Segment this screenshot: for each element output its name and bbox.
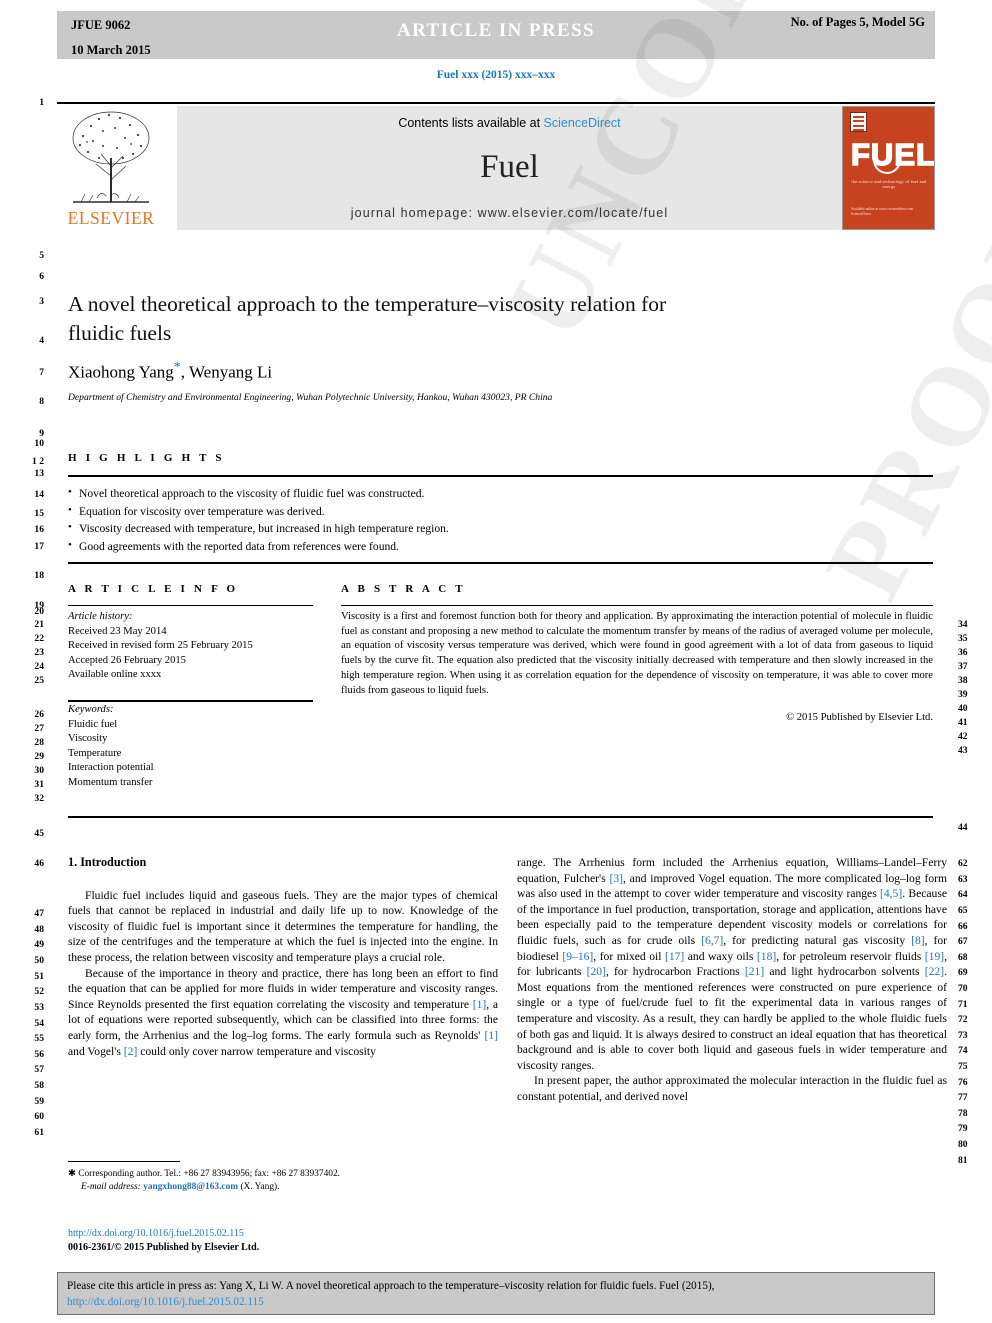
line-number: 28 <box>34 737 44 748</box>
line-number: 79 <box>958 1123 968 1134</box>
line-number: 39 <box>958 689 968 700</box>
paper-page: UNCORRECTED PROOF JFUE 9062 10 March 201… <box>0 0 992 1323</box>
line-number: 64 <box>958 889 968 900</box>
line-number: 4 <box>39 335 44 346</box>
line-number: 35 <box>958 633 968 644</box>
line-number: 45 <box>34 828 44 839</box>
line-number: 5 <box>39 250 44 261</box>
line-number: 75 <box>958 1061 968 1072</box>
line-number: 66 <box>958 921 968 932</box>
line-number: 23 <box>34 647 44 658</box>
line-number: 63 <box>958 874 968 885</box>
line-number: 16 <box>34 524 44 535</box>
line-number: 8 <box>39 396 44 407</box>
line-number: 1 2 <box>32 456 44 467</box>
line-number: 72 <box>958 1014 968 1025</box>
line-number: 38 <box>958 675 968 686</box>
line-number: 26 <box>34 709 44 720</box>
line-number: 24 <box>34 661 44 672</box>
line-number: 67 <box>958 936 968 947</box>
line-number: 74 <box>958 1045 968 1056</box>
line-number: 6 <box>39 271 44 282</box>
line-number: 15 <box>34 508 44 519</box>
line-number: 22 <box>34 633 44 644</box>
line-number: 42 <box>958 731 968 742</box>
line-number: 50 <box>34 955 44 966</box>
line-number: 30 <box>34 765 44 776</box>
line-number: 77 <box>958 1092 968 1103</box>
line-number: 76 <box>958 1077 968 1088</box>
line-number: 20 <box>34 606 44 617</box>
line-number: 57 <box>34 1064 44 1075</box>
line-number: 36 <box>958 647 968 658</box>
line-number: 71 <box>958 999 968 1010</box>
line-number: 58 <box>34 1080 44 1091</box>
line-number: 21 <box>34 619 44 630</box>
line-number: 60 <box>34 1111 44 1122</box>
line-number: 78 <box>958 1108 968 1119</box>
line-number: 69 <box>958 967 968 978</box>
line-number: 73 <box>958 1030 968 1041</box>
line-number: 10 <box>34 438 44 449</box>
line-number: 43 <box>958 745 968 756</box>
line-number: 70 <box>958 983 968 994</box>
line-number: 54 <box>34 1018 44 1029</box>
line-number: 46 <box>34 858 44 869</box>
line-number: 81 <box>958 1155 968 1166</box>
line-number: 80 <box>958 1139 968 1150</box>
line-number: 52 <box>34 986 44 997</box>
line-number: 68 <box>958 952 968 963</box>
line-number: 56 <box>34 1049 44 1060</box>
line-number: 37 <box>958 661 968 672</box>
line-number: 44 <box>958 822 968 833</box>
line-number: 13 <box>34 468 44 479</box>
line-number-margins: 1 5 6 3 4 7 8 9 10 1 2 13 14 15 16 17 18 19 20 21 22 23 24 25 2… <box>0 0 992 1323</box>
line-number: 31 <box>34 779 44 790</box>
line-number: 17 <box>34 541 44 552</box>
line-number: 47 <box>34 908 44 919</box>
line-number: 27 <box>34 723 44 734</box>
line-number: 59 <box>34 1096 44 1107</box>
line-number: 29 <box>34 751 44 762</box>
line-number: 14 <box>34 489 44 500</box>
line-number: 48 <box>34 924 44 935</box>
line-number: 61 <box>34 1127 44 1138</box>
line-number: 41 <box>958 717 968 728</box>
line-number: 18 <box>34 570 44 581</box>
line-number: 40 <box>958 703 968 714</box>
line-number: 34 <box>958 619 968 630</box>
line-number: 25 <box>34 675 44 686</box>
line-number: 7 <box>39 367 44 378</box>
line-number: 3 <box>39 296 44 307</box>
line-number: 49 <box>34 939 44 950</box>
line-number: 53 <box>34 1002 44 1013</box>
line-number: 1 <box>39 97 44 108</box>
line-number: 55 <box>34 1033 44 1044</box>
line-number: 32 <box>34 793 44 804</box>
line-number: 65 <box>958 905 968 916</box>
line-number: 62 <box>958 858 968 869</box>
line-number: 51 <box>34 971 44 982</box>
